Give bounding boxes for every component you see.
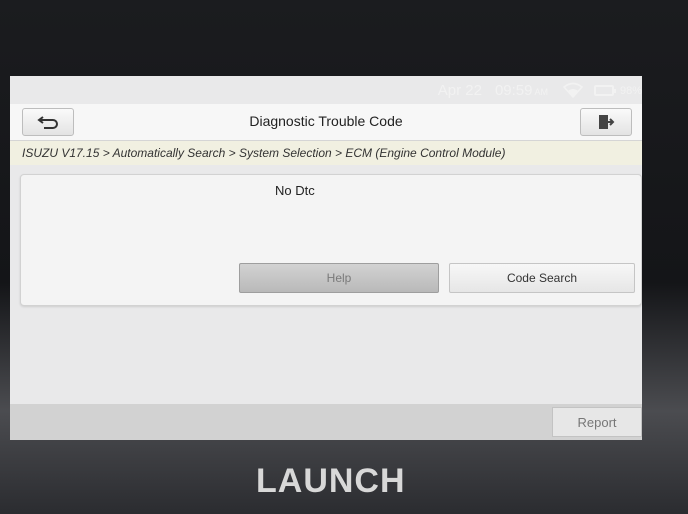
breadcrumb: ISUZU V17.15 > Automatically Search > Sy…: [10, 141, 642, 165]
report-button[interactable]: Report: [552, 407, 642, 437]
brand-logo: LAUNCH: [256, 462, 406, 500]
no-dtc-message: No Dtc: [275, 183, 315, 198]
wifi-icon: [562, 82, 584, 98]
battery-icon: [594, 85, 616, 96]
status-date: Apr 22: [437, 82, 482, 99]
exit-icon: [599, 115, 615, 129]
dtc-result-panel: No Dtc Help Code Search: [20, 174, 642, 306]
page-title: Diagnostic Trouble Code: [249, 113, 403, 129]
code-search-button[interactable]: Code Search: [449, 263, 635, 293]
status-bar: Apr 22 09:59 AM 98%: [10, 76, 642, 104]
battery-percent: 98%: [619, 85, 642, 97]
bottom-bar: Report: [10, 404, 642, 440]
status-ampm: AM: [534, 87, 549, 97]
help-button[interactable]: Help: [239, 263, 439, 293]
status-time: 09:59 AM: [495, 82, 548, 99]
exit-button[interactable]: [580, 108, 632, 136]
status-time-value: 09:59: [494, 82, 533, 99]
title-bar: Diagnostic Trouble Code: [10, 104, 642, 141]
